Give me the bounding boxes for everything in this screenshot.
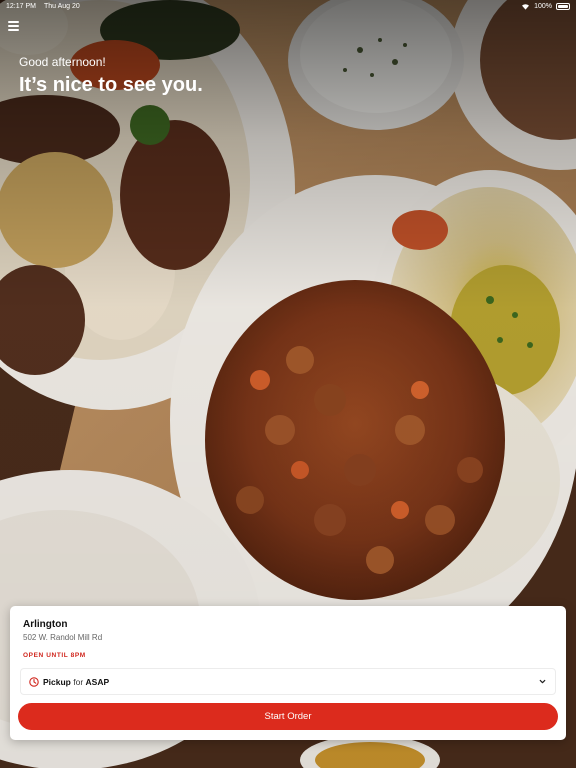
location-address: 502 W. Randol Mill Rd <box>23 633 103 642</box>
wifi-icon <box>522 3 530 10</box>
location-hours: OPEN UNTIL 8PM <box>23 652 86 659</box>
greeting-text: Good afternoon! <box>19 55 106 69</box>
order-for-label: for <box>73 676 84 687</box>
status-left: 12:17 PM Thu Aug 20 <box>6 3 80 10</box>
status-bar: 12:17 PM Thu Aug 20 100% <box>0 0 576 12</box>
status-date: Thu Aug 20 <box>43 2 80 10</box>
location-name: Arlington <box>23 619 68 630</box>
menu-line <box>8 29 19 31</box>
clock-icon <box>29 676 39 687</box>
chevron-down-icon <box>539 679 546 684</box>
menu-line <box>8 21 19 23</box>
order-time: ASAP <box>85 676 110 687</box>
battery-percent: 100% <box>534 2 552 10</box>
order-mode-text: Pickup for ASAP <box>43 677 109 687</box>
order-mode-selector[interactable]: Pickup for ASAP <box>20 668 556 695</box>
welcome-heading: It’s nice to see you. <box>19 74 203 96</box>
battery-icon <box>556 2 570 10</box>
status-time: 12:17 PM <box>6 2 36 10</box>
menu-line <box>8 25 19 27</box>
order-card: Arlington 502 W. Randol Mill Rd OPEN UNT… <box>10 606 566 740</box>
hamburger-menu-icon[interactable] <box>8 21 19 31</box>
order-mode: Pickup <box>43 676 71 687</box>
status-right: 100% <box>521 2 570 10</box>
start-order-button[interactable]: Start Order <box>18 703 558 730</box>
